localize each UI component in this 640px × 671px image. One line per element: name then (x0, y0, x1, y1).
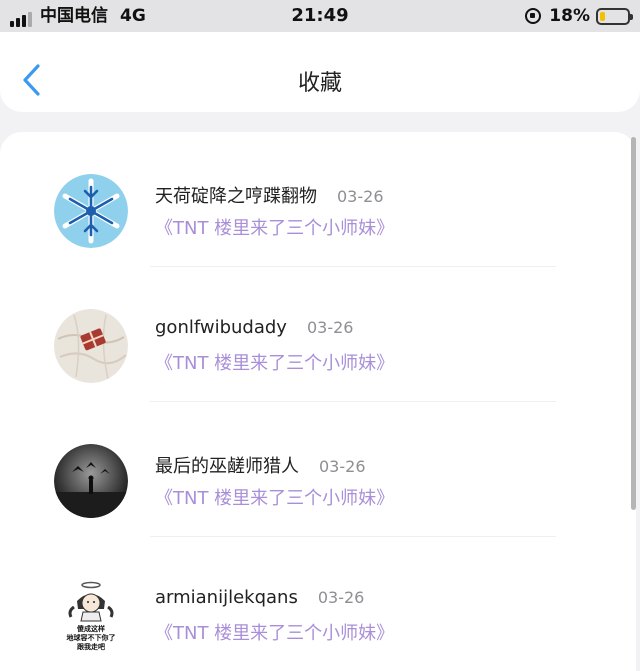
avatar-caption-1: 傻成这样 (76, 624, 105, 633)
date-label: 03-26 (319, 457, 366, 476)
date-label: 03-26 (337, 187, 384, 206)
nav-bar: 收藏 (0, 32, 640, 112)
item-header: 最后的巫鹾师猎人 03-26 (155, 452, 366, 478)
item-header: armianijlekqans 03-26 (155, 587, 364, 608)
dark-room-avatar[interactable] (54, 444, 128, 518)
angel-girl-meme-avatar[interactable]: 傻成这样 地球容不下你了 跟我走吧 (54, 579, 128, 653)
post-title-link[interactable]: 《TNT 楼里来了三个小师妹》 (155, 214, 394, 240)
favorites-list[interactable]: 天荷碇降之哼蹀翻物 03-26 《TNT 楼里来了三个小师妹》 gonlfwib… (0, 132, 636, 671)
avatar-caption-3: 跟我走吧 (77, 642, 105, 651)
scrollbar[interactable] (631, 137, 636, 510)
username[interactable]: 天荷碇降之哼蹀翻物 (155, 182, 317, 208)
status-right: 18% (525, 5, 633, 27)
item-header: gonlfwibudady 03-26 (155, 317, 353, 338)
map-gift-avatar[interactable] (54, 309, 128, 383)
list-item[interactable]: gonlfwibudady 03-26 《TNT 楼里来了三个小师妹》 (0, 267, 636, 402)
item-header: 天荷碇降之哼蹀翻物 03-26 (155, 182, 384, 208)
date-label: 03-26 (306, 318, 354, 337)
date-label: 03-26 (317, 588, 365, 607)
username[interactable]: gonlfwibudady (155, 317, 287, 338)
list-item[interactable]: 最后的巫鹾师猎人 03-26 《TNT 楼里来了三个小师妹》 (0, 402, 636, 537)
battery-percent: 18% (549, 6, 590, 26)
post-title-link[interactable]: 《TNT 楼里来了三个小师妹》 (155, 619, 394, 645)
page-title: 收藏 (297, 71, 342, 96)
battery-icon (596, 7, 633, 25)
snowflake-avatar[interactable] (54, 174, 128, 248)
avatar-caption-2: 地球容不下你了 (67, 633, 116, 642)
status-bar: 中国电信 4G 21:49 18% (0, 0, 640, 32)
username[interactable]: 最后的巫鹾师猎人 (155, 452, 299, 478)
list-item[interactable]: 傻成这样 地球容不下你了 跟我走吧 armianijlekqans 03-26 … (0, 537, 636, 671)
post-title-link[interactable]: 《TNT 楼里来了三个小师妹》 (155, 349, 394, 375)
list-item[interactable]: 天荷碇降之哼蹀翻物 03-26 《TNT 楼里来了三个小师妹》 (0, 132, 636, 267)
rotation-lock-icon (525, 8, 542, 24)
battery-fill (600, 11, 605, 21)
post-title-link[interactable]: 《TNT 楼里来了三个小师妹》 (155, 484, 394, 510)
username[interactable]: armianijlekqans (155, 587, 298, 608)
